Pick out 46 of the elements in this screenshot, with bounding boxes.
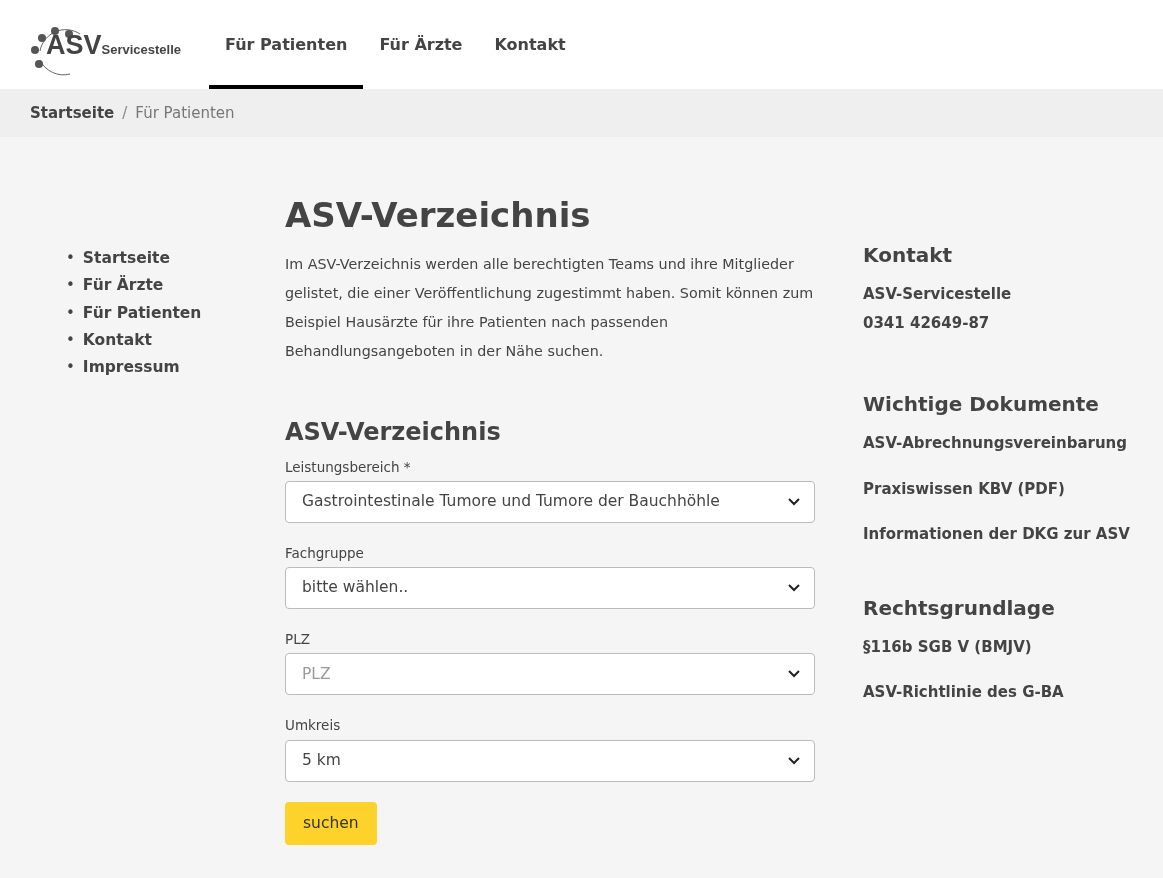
dropdown-placeholder: PLZ (302, 663, 331, 685)
section-heading: Rechtsgrundlage (863, 595, 1056, 620)
form-title: ASV-Verzeichnis (285, 417, 502, 447)
bullet: • (66, 302, 75, 324)
dropdown-field[interactable]: Gastrointestinale Tumore und Tumore der Bauchhöhle (285, 480, 815, 523)
intro-paragraph: Im ASV-Verzeichnis werden alle berechtigten Teams und ihre Mitglieder gelistet, die einer Veröffentlichung zugestimmt haben. Somit können zum Beispiel Hausärzte für ihre Patienten nach passenden Behandlungsangeboten in der Nähe suchen. (285, 254, 815, 361)
document-link[interactable]: Praxiswissen KBV (PDF) (863, 477, 1133, 500)
document-link[interactable]: §116b SGB V (BMJV) (863, 635, 1133, 658)
bullet: • (66, 329, 75, 351)
section-heading: Kontakt (863, 243, 954, 267)
document-link[interactable]: ASV-Abrechnungsvereinbarung (863, 432, 1133, 455)
sidebar-link[interactable]: Für Patienten (82, 301, 202, 325)
search-button[interactable]: suchen (285, 801, 377, 845)
section-heading: Wichtige Dokumente (863, 392, 1100, 416)
nav-link[interactable]: Für Ärzte (363, 0, 479, 89)
field-label: Umkreis (285, 716, 342, 736)
breadcrumb-link[interactable]: Startseite (30, 101, 115, 125)
contact-text: ASV-Servicestelle (863, 284, 1013, 305)
field-label: PLZ (285, 630, 311, 650)
field-label: Leistungsbereich * (285, 457, 412, 477)
dropdown-value: 5 km (302, 749, 341, 771)
sidebar-link[interactable]: Startseite (82, 247, 170, 271)
chevron-down-icon (788, 756, 800, 765)
contact-text: 0341 42649-87 (863, 312, 991, 334)
logo-subtext: Servicestelle (101, 41, 182, 59)
chevron-down-icon (788, 497, 800, 506)
bullet: • (66, 248, 75, 269)
document-link[interactable]: Informationen der DKG zur ASV (863, 523, 1133, 546)
dropdown-value: bitte wählen.. (302, 577, 409, 599)
dropdown-field[interactable]: bitte wählen.. (285, 567, 815, 610)
logo-text: ASV (46, 32, 102, 59)
sidebar-link[interactable]: Impressum (82, 356, 180, 380)
breadcrumb-separator: / (122, 102, 128, 124)
chevron-down-icon (788, 670, 800, 679)
breadcrumb-current: Für Patienten (135, 102, 235, 124)
bullet: • (66, 357, 75, 378)
page-title: ASV-Verzeichnis (285, 195, 592, 236)
sidebar-link[interactable]: Für Ärzte (82, 274, 164, 298)
dropdown-field[interactable]: 5 km (285, 739, 815, 782)
nav-link[interactable]: Kontakt (478, 0, 582, 89)
sidebar-link[interactable]: Kontakt (82, 328, 152, 352)
chevron-down-icon (788, 584, 800, 593)
bullet: • (66, 275, 75, 297)
document-link[interactable]: ASV-Richtlinie des G-BA (863, 681, 1133, 704)
field-label: Fachgruppe (285, 543, 365, 563)
dropdown-value: Gastrointestinale Tumore und Tumore der Bauchhöhle (302, 491, 720, 513)
